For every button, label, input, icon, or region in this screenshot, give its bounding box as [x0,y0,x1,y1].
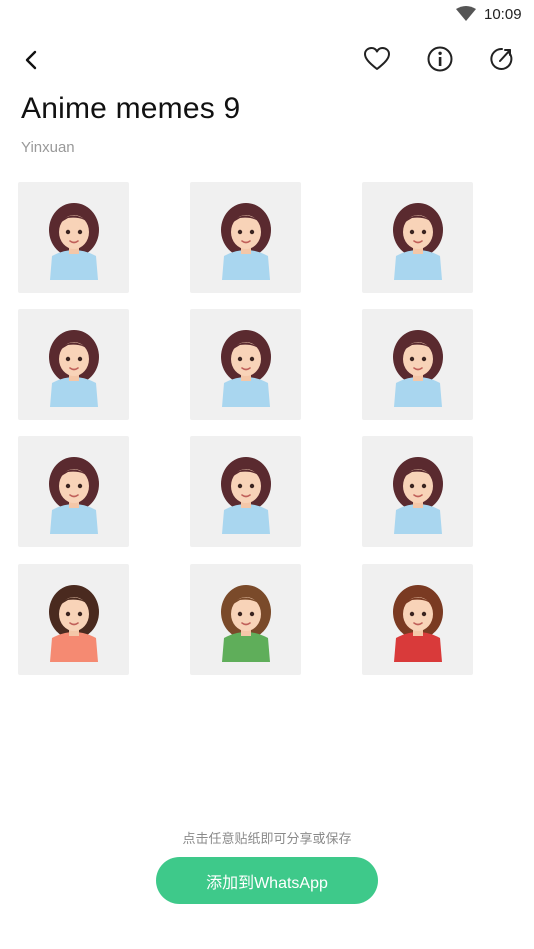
add-to-whatsapp-button[interactable]: 添加到WhatsApp [156,857,378,904]
sticker-tile[interactable] [362,309,473,420]
sticker-image [392,202,443,280]
sticker-image [220,584,271,662]
sticker-image [48,329,99,407]
sticker-tile[interactable] [190,436,301,547]
share-button[interactable] [484,41,520,77]
sticker-image [48,584,99,662]
sticker-image [220,202,271,280]
pack-title: Anime memes 9 [21,92,241,125]
sticker-tile[interactable] [190,564,301,675]
sticker-tile[interactable] [362,436,473,547]
sticker-image [392,456,443,534]
sticker-tile[interactable] [18,182,129,293]
top-toolbar [0,38,534,82]
heart-icon [364,47,390,70]
sticker-tile[interactable] [362,182,473,293]
sticker-tile[interactable] [190,309,301,420]
sticker-tile[interactable] [18,309,129,420]
status-bar: 10:09 [0,0,534,30]
pack-author: Yinxuan [21,139,75,156]
sticker-tile[interactable] [18,564,129,675]
sticker-image [48,202,99,280]
sticker-image [220,456,271,534]
sticker-image [220,329,271,407]
status-time: 10:09 [484,6,522,23]
sticker-image [392,329,443,407]
sticker-tile[interactable] [362,564,473,675]
back-button[interactable] [14,42,50,78]
share-icon [490,47,513,70]
info-icon [427,46,453,72]
sticker-image [48,456,99,534]
wifi-icon [456,6,476,21]
favorite-button[interactable] [359,41,395,77]
sticker-tile[interactable] [190,182,301,293]
sticker-tile[interactable] [18,436,129,547]
back-arrow-icon [25,50,37,70]
sticker-image [392,584,443,662]
info-button[interactable] [422,41,458,77]
footer-hint: 点击任意贴纸即可分享或保存 [182,831,352,846]
